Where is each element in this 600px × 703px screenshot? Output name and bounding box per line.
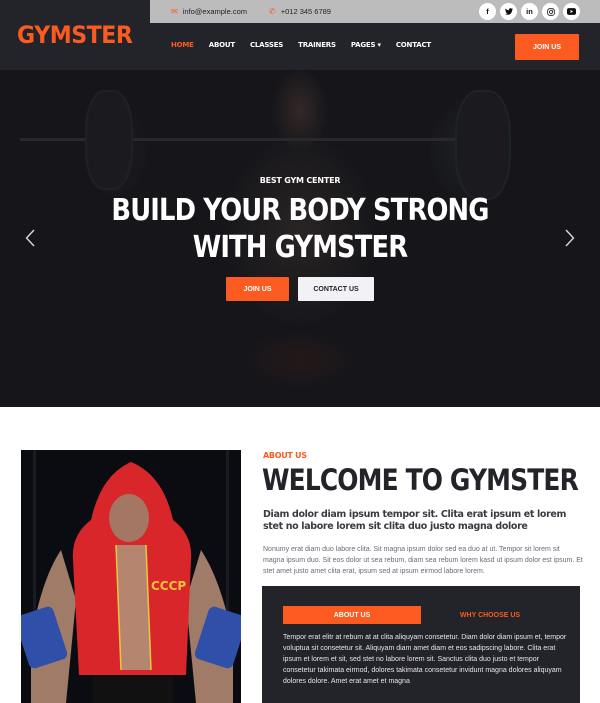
site-header: GYMSTER ✉ info@example.com ✆ +012 345 67… [0,0,600,70]
carousel-next-button[interactable] [562,226,578,250]
phone-icon: ✆ [269,7,276,16]
join-us-button[interactable]: JOIN US [515,34,579,60]
hero-title-line-1: BUILD YOUR BODY STRONG [111,193,489,228]
hero-carousel: BEST GYM CENTER BUILD YOUR BODY STRONG W… [0,70,600,407]
hero-title: BUILD YOUR BODY STRONG WITH GYMSTER [42,192,558,266]
hero-join-us-button[interactable]: JOIN US [226,277,289,301]
section-title: WELCOME TO GYMSTER [262,463,579,497]
svg-text:CCCP: CCCP [151,579,186,593]
twitter-icon[interactable] [500,3,517,20]
main-nav: HOME ABOUT CLASSES TRAINERS PAGES ▾ CONT… [171,41,446,49]
phone-contact[interactable]: ✆ +012 345 6789 [269,7,331,16]
nav-home[interactable]: HOME [171,41,194,49]
logo[interactable]: GYMSTER [17,21,133,49]
section-lead: Diam dolor diam ipsum tempor sit. Clita … [263,509,567,532]
tab-content: Tempor erat elitr at rebum at at clita a… [283,634,567,685]
phone-text[interactable]: +012 345 6789 [281,7,331,16]
hero-content: BEST GYM CENTER BUILD YOUR BODY STRONG W… [0,70,600,407]
about-image: CCCP [21,450,241,703]
envelope-icon: ✉ [171,7,178,16]
hero-contact-us-button[interactable]: CONTACT US [298,277,374,301]
chevron-right-icon [565,229,575,247]
nav-about[interactable]: ABOUT [209,41,235,49]
section-text: Nonumy erat diam duo labore clita. Sit m… [263,546,583,575]
nav-classes[interactable]: CLASSES [250,41,283,49]
chevron-left-icon [25,229,35,247]
logo-container[interactable]: GYMSTER [0,0,150,70]
hero-buttons: JOIN US CONTACT US [0,277,600,301]
hero-subtitle: BEST GYM CENTER [259,176,341,185]
about-tabs-panel: ABOUT US WHY CHOOSE US Tempor erat elitr… [262,586,580,703]
nav-trainers[interactable]: TRAINERS [298,41,336,49]
tab-why-choose-us[interactable]: WHY CHOOSE US [421,606,559,624]
top-bar: ✉ info@example.com ✆ +012 345 6789 f in [150,0,600,23]
bodybuilder-illustration: CCCP [21,450,241,703]
linkedin-icon[interactable]: in [521,3,538,20]
section-label: ABOUT US [263,451,307,460]
instagram-icon[interactable] [542,3,559,20]
email-text[interactable]: info@example.com [183,7,247,16]
facebook-icon[interactable]: f [479,3,496,20]
youtube-icon[interactable] [563,3,580,20]
hero-title-line-2: WITH GYMSTER [192,230,408,265]
carousel-prev-button[interactable] [22,226,38,250]
nav-contact[interactable]: CONTACT [396,41,431,49]
social-links: f in [479,3,580,20]
tab-about-us[interactable]: ABOUT US [283,606,421,624]
nav-pages-dropdown[interactable]: PAGES ▾ [351,41,381,49]
email-contact[interactable]: ✉ info@example.com [171,7,247,16]
